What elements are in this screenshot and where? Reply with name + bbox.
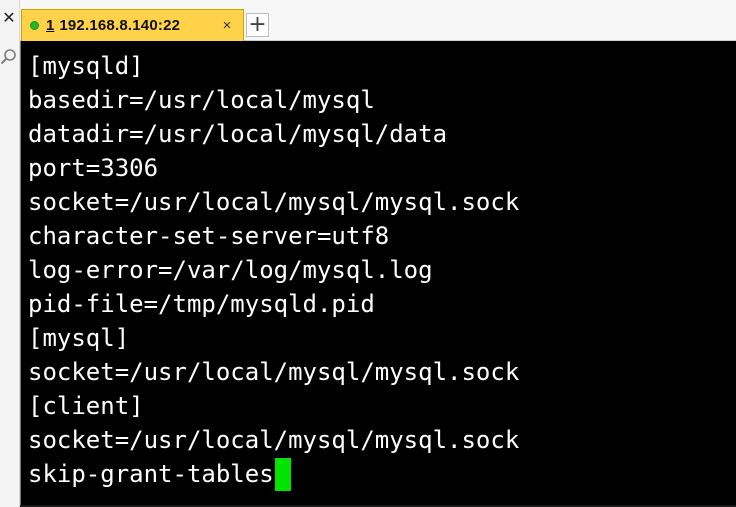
terminal-line: [mysqld] <box>28 52 144 80</box>
terminal-line: log-error=/var/log/mysql.log <box>28 256 433 284</box>
terminal-line: skip-grant-tables <box>28 457 519 491</box>
terminal-line: socket=/usr/local/mysql/mysql.sock <box>28 358 520 386</box>
terminal-line: pid-file=/tmp/mysqld.pid <box>28 290 375 318</box>
tab-title: 192.168.8.140:22 <box>59 17 181 34</box>
terminal-line: socket=/usr/local/mysql/mysql.sock <box>28 426 520 454</box>
terminal-area[interactable]: [mysqld] basedir=/usr/local/mysql datadi… <box>20 41 736 507</box>
terminal-line: character-set-server=utf8 <box>28 222 390 250</box>
terminal-line: socket=/usr/local/mysql/mysql.sock <box>28 188 520 216</box>
left-toolbar: ✕ <box>0 0 20 507</box>
terminal-line: [client] <box>28 392 144 420</box>
ssh-client-window: ✕ 1 192.168.8.140:22 × + [mysqld] basedi… <box>0 0 736 507</box>
tab-bar: 1 192.168.8.140:22 × + <box>20 0 736 41</box>
connection-status-icon <box>30 21 39 30</box>
terminal-line: [mysql] <box>28 324 130 352</box>
session-tab[interactable]: 1 192.168.8.140:22 × <box>21 9 244 41</box>
terminal-output: [mysqld] basedir=/usr/local/mysql datadi… <box>28 49 519 491</box>
tab-number: 1 <box>46 17 55 34</box>
terminal-line: datadir=/usr/local/mysql/data <box>28 120 448 148</box>
new-tab-button[interactable]: + <box>246 13 269 37</box>
close-icon[interactable]: ✕ <box>1 11 17 27</box>
terminal-line: basedir=/usr/local/mysql <box>28 86 375 114</box>
terminal-line: port=3306 <box>28 154 159 182</box>
tab-close-icon[interactable]: × <box>220 18 234 33</box>
text-cursor <box>274 457 291 491</box>
search-icon[interactable] <box>0 48 18 66</box>
